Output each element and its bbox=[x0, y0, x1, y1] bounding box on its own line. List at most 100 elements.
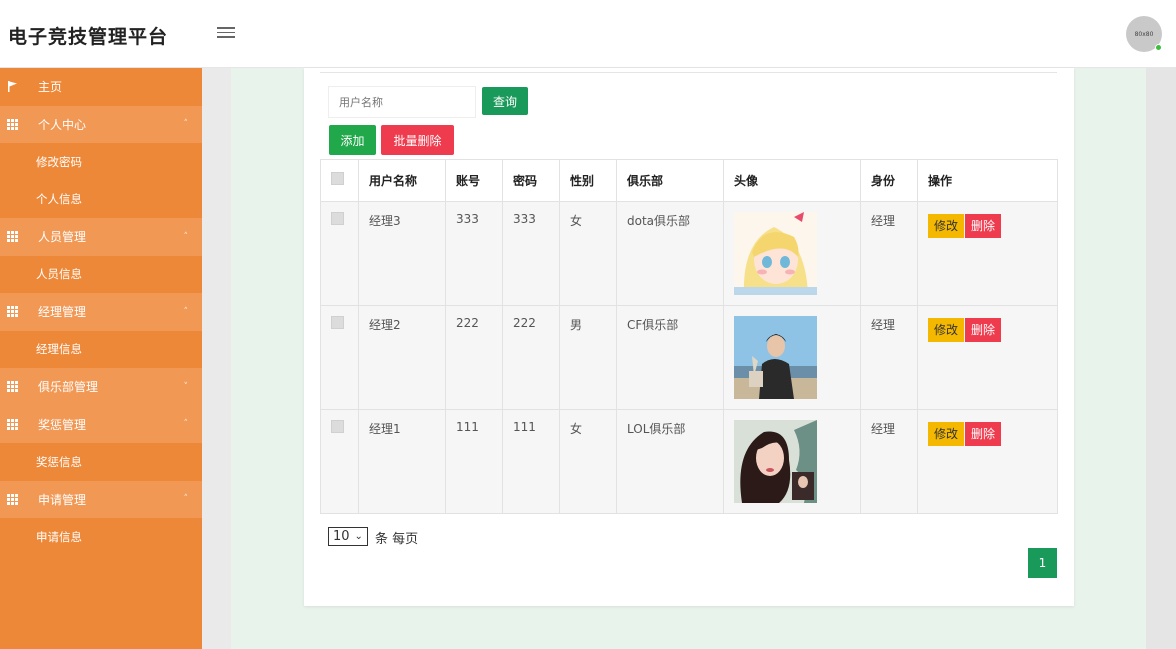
sidebar-item-5[interactable]: 人员信息 bbox=[0, 255, 202, 293]
cell-name: 经理3 bbox=[358, 201, 446, 306]
grid-icon bbox=[7, 418, 18, 430]
cell-actions: 修改 删除 bbox=[917, 201, 1058, 306]
delete-button[interactable]: 删除 bbox=[965, 422, 1002, 446]
online-status-dot bbox=[1155, 44, 1162, 51]
chevron-up-icon: ˄ bbox=[183, 231, 189, 242]
col-header-account: 账号 bbox=[445, 159, 503, 202]
cell-club: LOL俱乐部 bbox=[616, 409, 724, 514]
row-select-cell bbox=[320, 305, 359, 410]
page-size-select[interactable]: 10 ⌄ bbox=[328, 527, 368, 546]
search-button[interactable]: 查询 bbox=[482, 87, 528, 115]
cell-name: 经理2 bbox=[358, 305, 446, 410]
card-divider bbox=[320, 72, 1057, 73]
delete-button[interactable]: 删除 bbox=[965, 214, 1002, 238]
row-select-cell bbox=[320, 409, 359, 514]
hamburger-icon[interactable] bbox=[217, 24, 235, 42]
bulk-delete-button[interactable]: 批量删除 bbox=[381, 125, 454, 155]
add-button[interactable]: 添加 bbox=[329, 125, 376, 155]
sidebar-item-3[interactable]: 个人信息 bbox=[0, 180, 202, 218]
anime-girl-avatar bbox=[734, 212, 817, 295]
cell-account: 111 bbox=[445, 409, 503, 514]
cell-password: 222 bbox=[502, 305, 560, 410]
top-header: 电子竞技管理平台 80x80 bbox=[0, 0, 1176, 68]
col-header-club: 俱乐部 bbox=[616, 159, 724, 202]
row-checkbox[interactable] bbox=[331, 420, 344, 433]
sidebar-item-label: 个人中心 bbox=[38, 117, 87, 132]
sidebar-item-label: 申请管理 bbox=[38, 492, 87, 507]
cell-account: 222 bbox=[445, 305, 503, 410]
manager-table: 用户名称 账号 密码 性别 俱乐部 头像 身份 操作 经理3 333 333 女… bbox=[320, 159, 1058, 514]
table-row: 经理2 222 222 男 CF俱乐部 经理 修改 删除 bbox=[320, 305, 1058, 410]
chevron-down-icon: ⌄ bbox=[354, 531, 363, 542]
cell-password: 111 bbox=[502, 409, 560, 514]
chevron-up-icon: ˄ bbox=[183, 419, 189, 430]
row-select-cell bbox=[320, 201, 359, 306]
col-header-name: 用户名称 bbox=[358, 159, 446, 202]
cell-club: dota俱乐部 bbox=[616, 201, 724, 306]
table-row: 经理1 111 111 女 LOL俱乐部 经理 修改 删除 bbox=[320, 409, 1058, 514]
cell-gender: 女 bbox=[559, 201, 617, 306]
sidebar-item-1[interactable]: 个人中心 ˄ bbox=[0, 105, 202, 143]
cell-account: 333 bbox=[445, 201, 503, 306]
grid-icon bbox=[7, 493, 18, 505]
sidebar-item-6[interactable]: 经理管理 ˄ bbox=[0, 293, 202, 331]
cell-club: CF俱乐部 bbox=[616, 305, 724, 410]
row-checkbox[interactable] bbox=[331, 316, 344, 329]
sidebar-item-label: 经理管理 bbox=[38, 305, 87, 320]
sidebar-item-label: 申请信息 bbox=[36, 529, 82, 544]
cell-password: 333 bbox=[502, 201, 560, 306]
sidebar-item-label: 修改密码 bbox=[36, 154, 82, 169]
sidebar-item-8[interactable]: 俱乐部管理 ˅ bbox=[0, 368, 202, 406]
sidebar-item-11[interactable]: 申请管理 ˄ bbox=[0, 480, 202, 518]
cell-gender: 女 bbox=[559, 409, 617, 514]
chevron-down-icon: ˅ bbox=[183, 381, 189, 392]
delete-button[interactable]: 删除 bbox=[965, 318, 1002, 342]
sidebar-item-12[interactable]: 申请信息 bbox=[0, 518, 202, 556]
cell-actions: 修改 删除 bbox=[917, 409, 1058, 514]
page-size-value: 10 bbox=[333, 529, 350, 544]
edit-button[interactable]: 修改 bbox=[928, 318, 965, 342]
table-header-row: 用户名称 账号 密码 性别 俱乐部 头像 身份 操作 bbox=[320, 159, 1058, 202]
page-size-label: 条 每页 bbox=[375, 532, 419, 547]
table-row: 经理3 333 333 女 dota俱乐部 经理 修改 删除 bbox=[320, 201, 1058, 306]
sidebar-item-4[interactable]: 人员管理 ˄ bbox=[0, 218, 202, 256]
col-header-avatar: 头像 bbox=[723, 159, 861, 202]
sidebar-item-label: 奖惩信息 bbox=[36, 454, 82, 469]
sidebar-item-10[interactable]: 奖惩信息 bbox=[0, 443, 202, 481]
sidebar-item-label: 人员信息 bbox=[36, 267, 82, 282]
cell-name: 经理1 bbox=[358, 409, 446, 514]
sidebar-item-9[interactable]: 奖惩管理 ˄ bbox=[0, 405, 202, 443]
young-man-photo-avatar bbox=[734, 316, 817, 399]
col-header-role: 身份 bbox=[860, 159, 918, 202]
sidebar-item-label: 俱乐部管理 bbox=[38, 380, 99, 395]
sidebar-item-label: 主页 bbox=[38, 80, 63, 95]
edit-button[interactable]: 修改 bbox=[928, 422, 965, 446]
username-search-input[interactable] bbox=[328, 86, 476, 118]
sidebar-item-label: 人员管理 bbox=[38, 230, 87, 245]
grid-icon bbox=[7, 381, 18, 392]
cell-avatar bbox=[723, 409, 861, 514]
sidebar: 主页个人中心 ˄ 修改密码个人信息人员管理 ˄ 人员信息经理管理 ˄ 经理信息俱乐部管理 ˅ 奖… bbox=[0, 68, 202, 649]
select-all-cell bbox=[320, 159, 359, 202]
grid-icon bbox=[7, 118, 18, 130]
cell-actions: 修改 删除 bbox=[917, 305, 1058, 410]
sidebar-item-0[interactable]: 主页 bbox=[0, 68, 202, 106]
cell-gender: 男 bbox=[559, 305, 617, 410]
sidebar-item-7[interactable]: 经理信息 bbox=[0, 330, 202, 368]
cell-role: 经理 bbox=[860, 305, 918, 410]
col-header-password: 密码 bbox=[502, 159, 560, 202]
app-title: 电子竞技管理平台 bbox=[8, 26, 169, 48]
edit-button[interactable]: 修改 bbox=[928, 214, 965, 238]
cell-avatar bbox=[723, 201, 861, 306]
row-checkbox[interactable] bbox=[331, 212, 344, 225]
chevron-up-icon: ˄ bbox=[183, 306, 189, 317]
cell-avatar bbox=[723, 305, 861, 410]
col-header-actions: 操作 bbox=[917, 159, 1058, 202]
page-button-current[interactable]: 1 bbox=[1028, 548, 1057, 578]
select-all-checkbox[interactable] bbox=[331, 171, 344, 185]
sidebar-item-label: 经理信息 bbox=[36, 342, 82, 357]
chevron-up-icon: ˄ bbox=[183, 119, 189, 130]
sidebar-item-2[interactable]: 修改密码 bbox=[0, 143, 202, 181]
painted-woman-avatar bbox=[734, 420, 817, 503]
sidebar-item-label: 个人信息 bbox=[36, 192, 82, 207]
